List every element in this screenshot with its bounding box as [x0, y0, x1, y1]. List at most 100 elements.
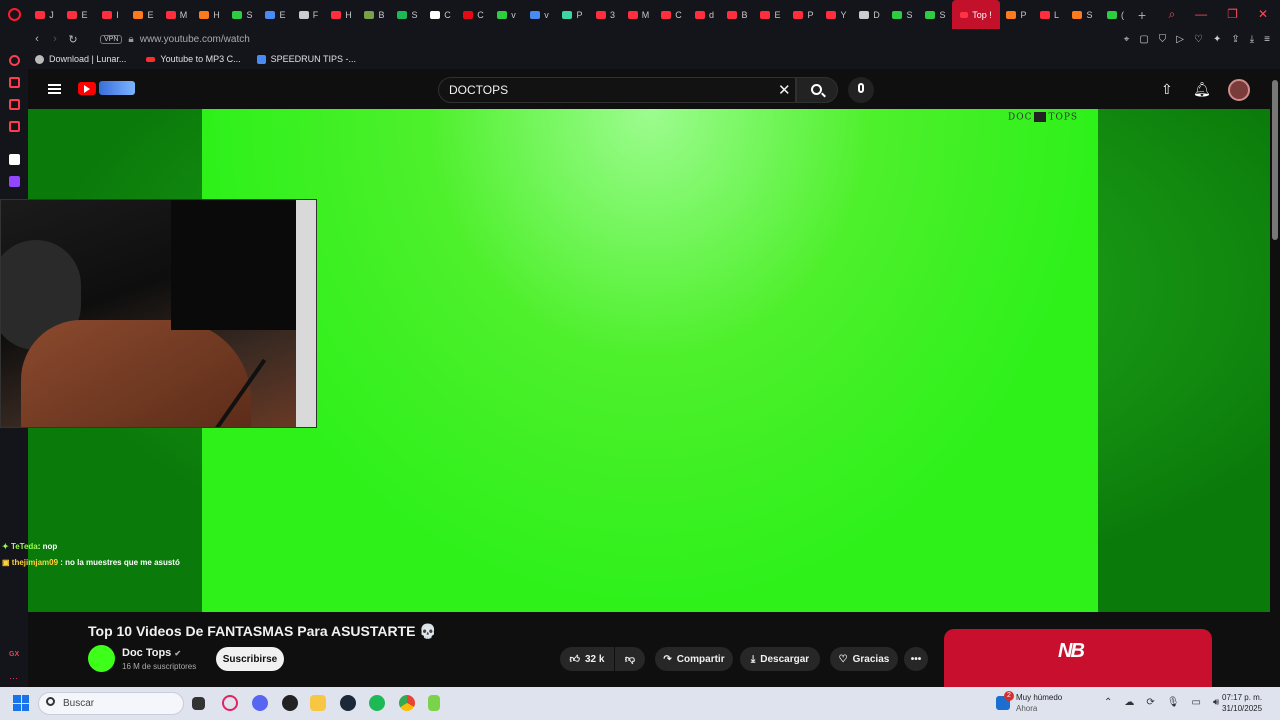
browser-tab[interactable]: E [259, 0, 292, 29]
app-icon[interactable] [428, 695, 440, 711]
clear-search-icon[interactable]: ✕ [778, 81, 791, 99]
browser-tab[interactable]: L [1033, 0, 1066, 29]
like-button[interactable]: 👍︎ 32 k [560, 647, 614, 671]
sidebar-gx-icon[interactable]: GX [9, 651, 20, 662]
browser-tab[interactable]: S [226, 0, 259, 29]
vpn-badge[interactable]: VPN [100, 34, 123, 44]
browser-tab[interactable]: Y [820, 0, 853, 29]
browser-tab[interactable]: C [424, 0, 457, 29]
browser-tab[interactable]: B [721, 0, 754, 29]
obs-icon[interactable] [282, 695, 298, 711]
browser-tab[interactable]: S [919, 0, 952, 29]
sidebar-twitch-icon[interactable] [9, 176, 20, 187]
browser-tab[interactable]: C [457, 0, 490, 29]
browser-tab[interactable]: E [127, 0, 160, 29]
youtube-logo-icon[interactable] [78, 82, 96, 95]
opera-menu-icon[interactable] [0, 0, 28, 29]
new-tab-button[interactable]: + [1132, 7, 1152, 23]
browser-tab[interactable]: D [853, 0, 886, 29]
bookmark-item[interactable]: SPEEDRUN TIPS -... [256, 54, 356, 64]
extensions-icon[interactable]: ✦ [1213, 34, 1221, 45]
browser-tab[interactable]: P [556, 0, 589, 29]
sidebar-instagram-icon[interactable] [9, 121, 20, 132]
downloads-icon[interactable]: ⤓ [1250, 34, 1254, 45]
menu-icon[interactable]: ≡ [1264, 34, 1270, 45]
notifications-bell-icon[interactable]: 🔔︎ [1193, 81, 1211, 98]
sync-icon[interactable]: ⟳ [1146, 697, 1154, 708]
browser-tab[interactable]: P [1000, 0, 1033, 29]
browser-tab[interactable]: P [787, 0, 820, 29]
browser-tab[interactable]: v [523, 0, 556, 29]
tab-active[interactable]: Top ! [952, 0, 1000, 29]
chevron-up-icon[interactable]: ⌃ [1104, 697, 1112, 708]
browser-tab[interactable]: S [886, 0, 919, 29]
pin-icon[interactable]: ⌖ [1124, 34, 1130, 45]
search-tabs-icon[interactable]: ⌕ [1168, 7, 1175, 22]
url-field[interactable]: www.youtube.com/watch [140, 34, 250, 45]
clock[interactable]: 07:17 p. m. 31/10/2025 [1222, 692, 1262, 714]
browser-tab[interactable]: E [61, 0, 94, 29]
browser-tab[interactable]: I [94, 0, 127, 29]
subscribe-button[interactable]: Suscribirse [216, 647, 284, 671]
sidebar-app-icon[interactable] [9, 154, 20, 165]
browser-tab[interactable]: d [688, 0, 721, 29]
youtube-doodle-logo[interactable] [99, 81, 135, 95]
account-avatar[interactable] [1228, 79, 1250, 101]
share-page-icon[interactable]: ⇪ [1231, 34, 1239, 45]
voice-search-button[interactable] [848, 77, 874, 103]
discord-icon[interactable] [252, 695, 268, 711]
opera-gx-icon[interactable] [222, 695, 238, 711]
reload-icon[interactable]: ↻ [64, 33, 82, 46]
share-button[interactable]: ↷ Compartir [655, 647, 733, 671]
mic-tray-icon[interactable]: 🎙︎ [1167, 697, 1180, 708]
browser-tab[interactable]: S [391, 0, 424, 29]
dislike-button[interactable]: 👎︎ [615, 647, 645, 671]
browser-tab[interactable]: ( [1099, 0, 1132, 29]
browser-tab[interactable]: M [622, 0, 655, 29]
sidebar-more-icon[interactable]: ··· [9, 673, 20, 684]
sidebar-messenger-icon[interactable] [9, 77, 20, 88]
volume-icon[interactable]: 🔊︎ [1213, 697, 1219, 708]
browser-tab[interactable]: H [325, 0, 358, 29]
play-icon[interactable]: ▷ [1176, 34, 1184, 45]
more-actions-button[interactable]: ••• [904, 647, 928, 671]
file-explorer-icon[interactable] [310, 695, 326, 711]
sidebar-chat-icon[interactable] [9, 99, 20, 110]
channel-avatar[interactable] [88, 645, 115, 672]
browser-tab[interactable]: M [160, 0, 193, 29]
display-icon[interactable]: ▭ [1191, 697, 1200, 708]
hamburger-menu-icon[interactable] [48, 84, 61, 94]
onedrive-icon[interactable]: ☁ [1124, 697, 1134, 708]
browser-tab[interactable]: v [490, 0, 523, 29]
channel-name[interactable]: Doc Tops ✔ [122, 647, 181, 659]
spotify-icon[interactable] [369, 695, 385, 711]
minimize-icon[interactable]: — [1195, 7, 1207, 22]
snapshot-icon[interactable]: ▢ [1139, 34, 1148, 45]
bookmark-item[interactable]: Youtube to MP3 C... [146, 54, 241, 64]
bookmark-item[interactable]: Download | Lunar... [35, 54, 126, 64]
upload-icon[interactable]: ⇧ [1161, 81, 1173, 98]
close-window-icon[interactable]: ✕ [1258, 7, 1268, 22]
steam-icon[interactable] [340, 695, 356, 711]
weather-widget[interactable]: Muy húmedo Ahora [1016, 692, 1062, 714]
maximize-icon[interactable]: ❐ [1227, 7, 1238, 22]
browser-tab[interactable]: F [292, 0, 325, 29]
back-icon[interactable]: ‹ [28, 33, 46, 45]
sidebar-aria-icon[interactable] [9, 55, 20, 66]
video-player[interactable] [202, 109, 1098, 612]
forward-icon[interactable]: › [46, 33, 64, 45]
browser-tab[interactable]: 3 [589, 0, 622, 29]
taskbar-search-input[interactable]: Buscar [38, 692, 184, 715]
browser-tab[interactable]: C [655, 0, 688, 29]
browser-tab[interactable]: H [193, 0, 226, 29]
task-view-icon[interactable] [192, 697, 205, 710]
heart-icon[interactable]: ♡ [1194, 34, 1203, 45]
scrollbar-thumb[interactable] [1272, 80, 1278, 240]
shield-icon[interactable]: ⛉ [1159, 34, 1167, 45]
download-button[interactable]: ⤓ Descargar [740, 647, 820, 671]
thanks-button[interactable]: ♡ Gracias [830, 647, 898, 671]
chrome-icon[interactable] [399, 695, 415, 711]
browser-tab[interactable]: J [28, 0, 61, 29]
search-button[interactable] [796, 77, 838, 103]
search-input[interactable]: DOCTOPS [438, 77, 796, 103]
